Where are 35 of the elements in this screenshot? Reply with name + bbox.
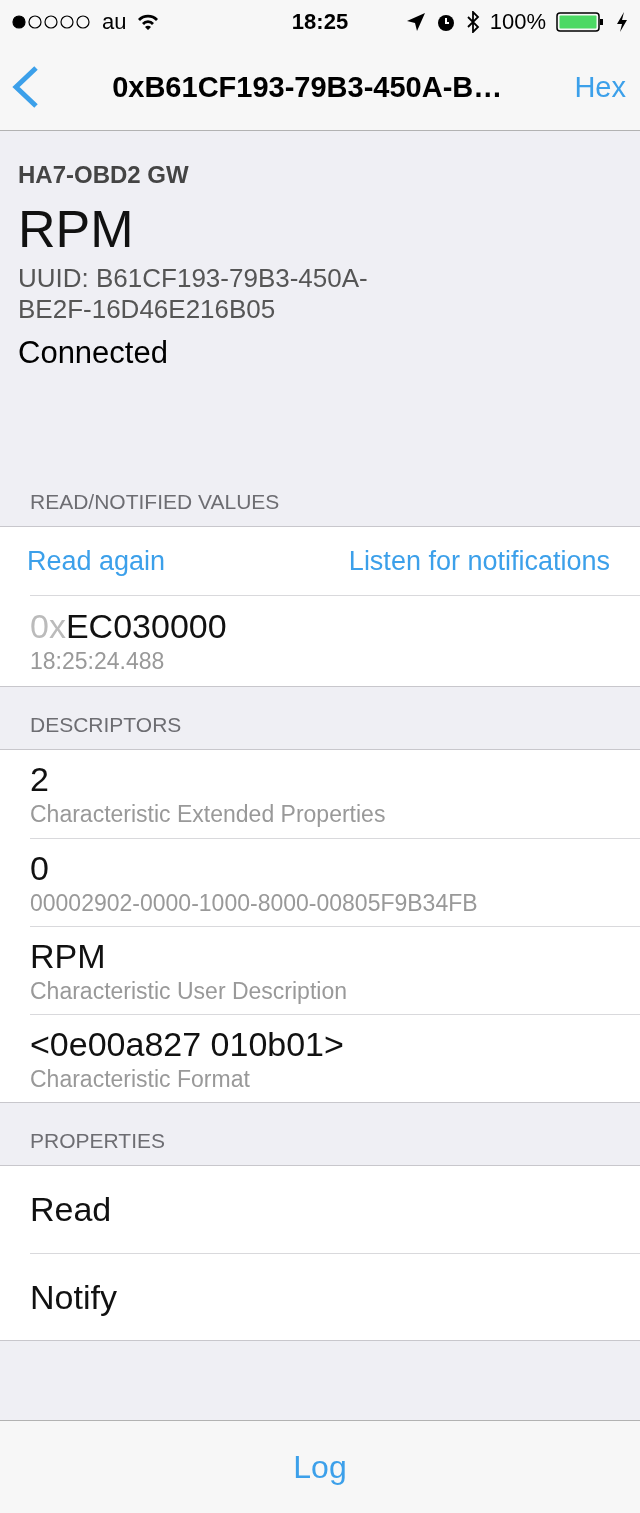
section-header: DESCRIPTORS — [29, 712, 183, 738]
descriptor-label: 00002902-0000-1000-8000-00805F9B34FB — [30, 889, 479, 917]
descriptor-label: Characteristic Extended Properties — [30, 801, 387, 828]
back-chevron-icon[interactable] — [12, 66, 40, 108]
property-item: Notify — [30, 1277, 118, 1317]
bluetooth-icon — [465, 11, 480, 33]
characteristic-name: RPM — [18, 199, 135, 259]
connection-status: Connected — [18, 335, 169, 371]
uuid-text: UUID: B61CF193-79B3-450A-BE2F-16D46E216B05 — [18, 263, 369, 325]
descriptor-value: RPM — [30, 936, 107, 976]
descriptor-value: <0e00a827 010b01> — [30, 1024, 345, 1064]
hex-button[interactable]: Hex — [574, 70, 626, 104]
timestamp-text: 18:25:24.488 — [30, 648, 166, 675]
wifi-icon — [136, 13, 161, 31]
property-item: Read — [30, 1190, 113, 1229]
charging-bolt-icon — [616, 11, 628, 33]
signal-icon — [12, 15, 92, 29]
alarm-clock-icon — [435, 12, 456, 32]
device-name: HA7-OBD2 GW — [18, 161, 190, 189]
value-text: 0xEC030000 — [30, 607, 228, 646]
battery-icon — [556, 11, 606, 33]
descriptor-label: Characteristic User Description — [30, 977, 348, 1005]
battery-percent: 100% — [489, 9, 546, 35]
listen-notifications-button[interactable]: Listen for notifications — [348, 545, 610, 577]
descriptor-value: 0 — [30, 848, 50, 888]
descriptor-value: 2 — [30, 760, 50, 799]
status-time: 18:25 — [291, 9, 349, 35]
read-again-button[interactable]: Read again — [27, 545, 166, 577]
section-header: PROPERTIES — [29, 1128, 166, 1154]
nav-title: 0xB61CF193-79B3-450A-B… — [111, 70, 504, 104]
location-arrow-icon — [405, 12, 426, 32]
carrier-name: au — [102, 9, 127, 35]
descriptor-label: Characteristic Format — [30, 1065, 251, 1093]
section-header: READ/NOTIFIED VALUES — [29, 489, 281, 515]
log-tab[interactable]: Log — [293, 1448, 347, 1486]
